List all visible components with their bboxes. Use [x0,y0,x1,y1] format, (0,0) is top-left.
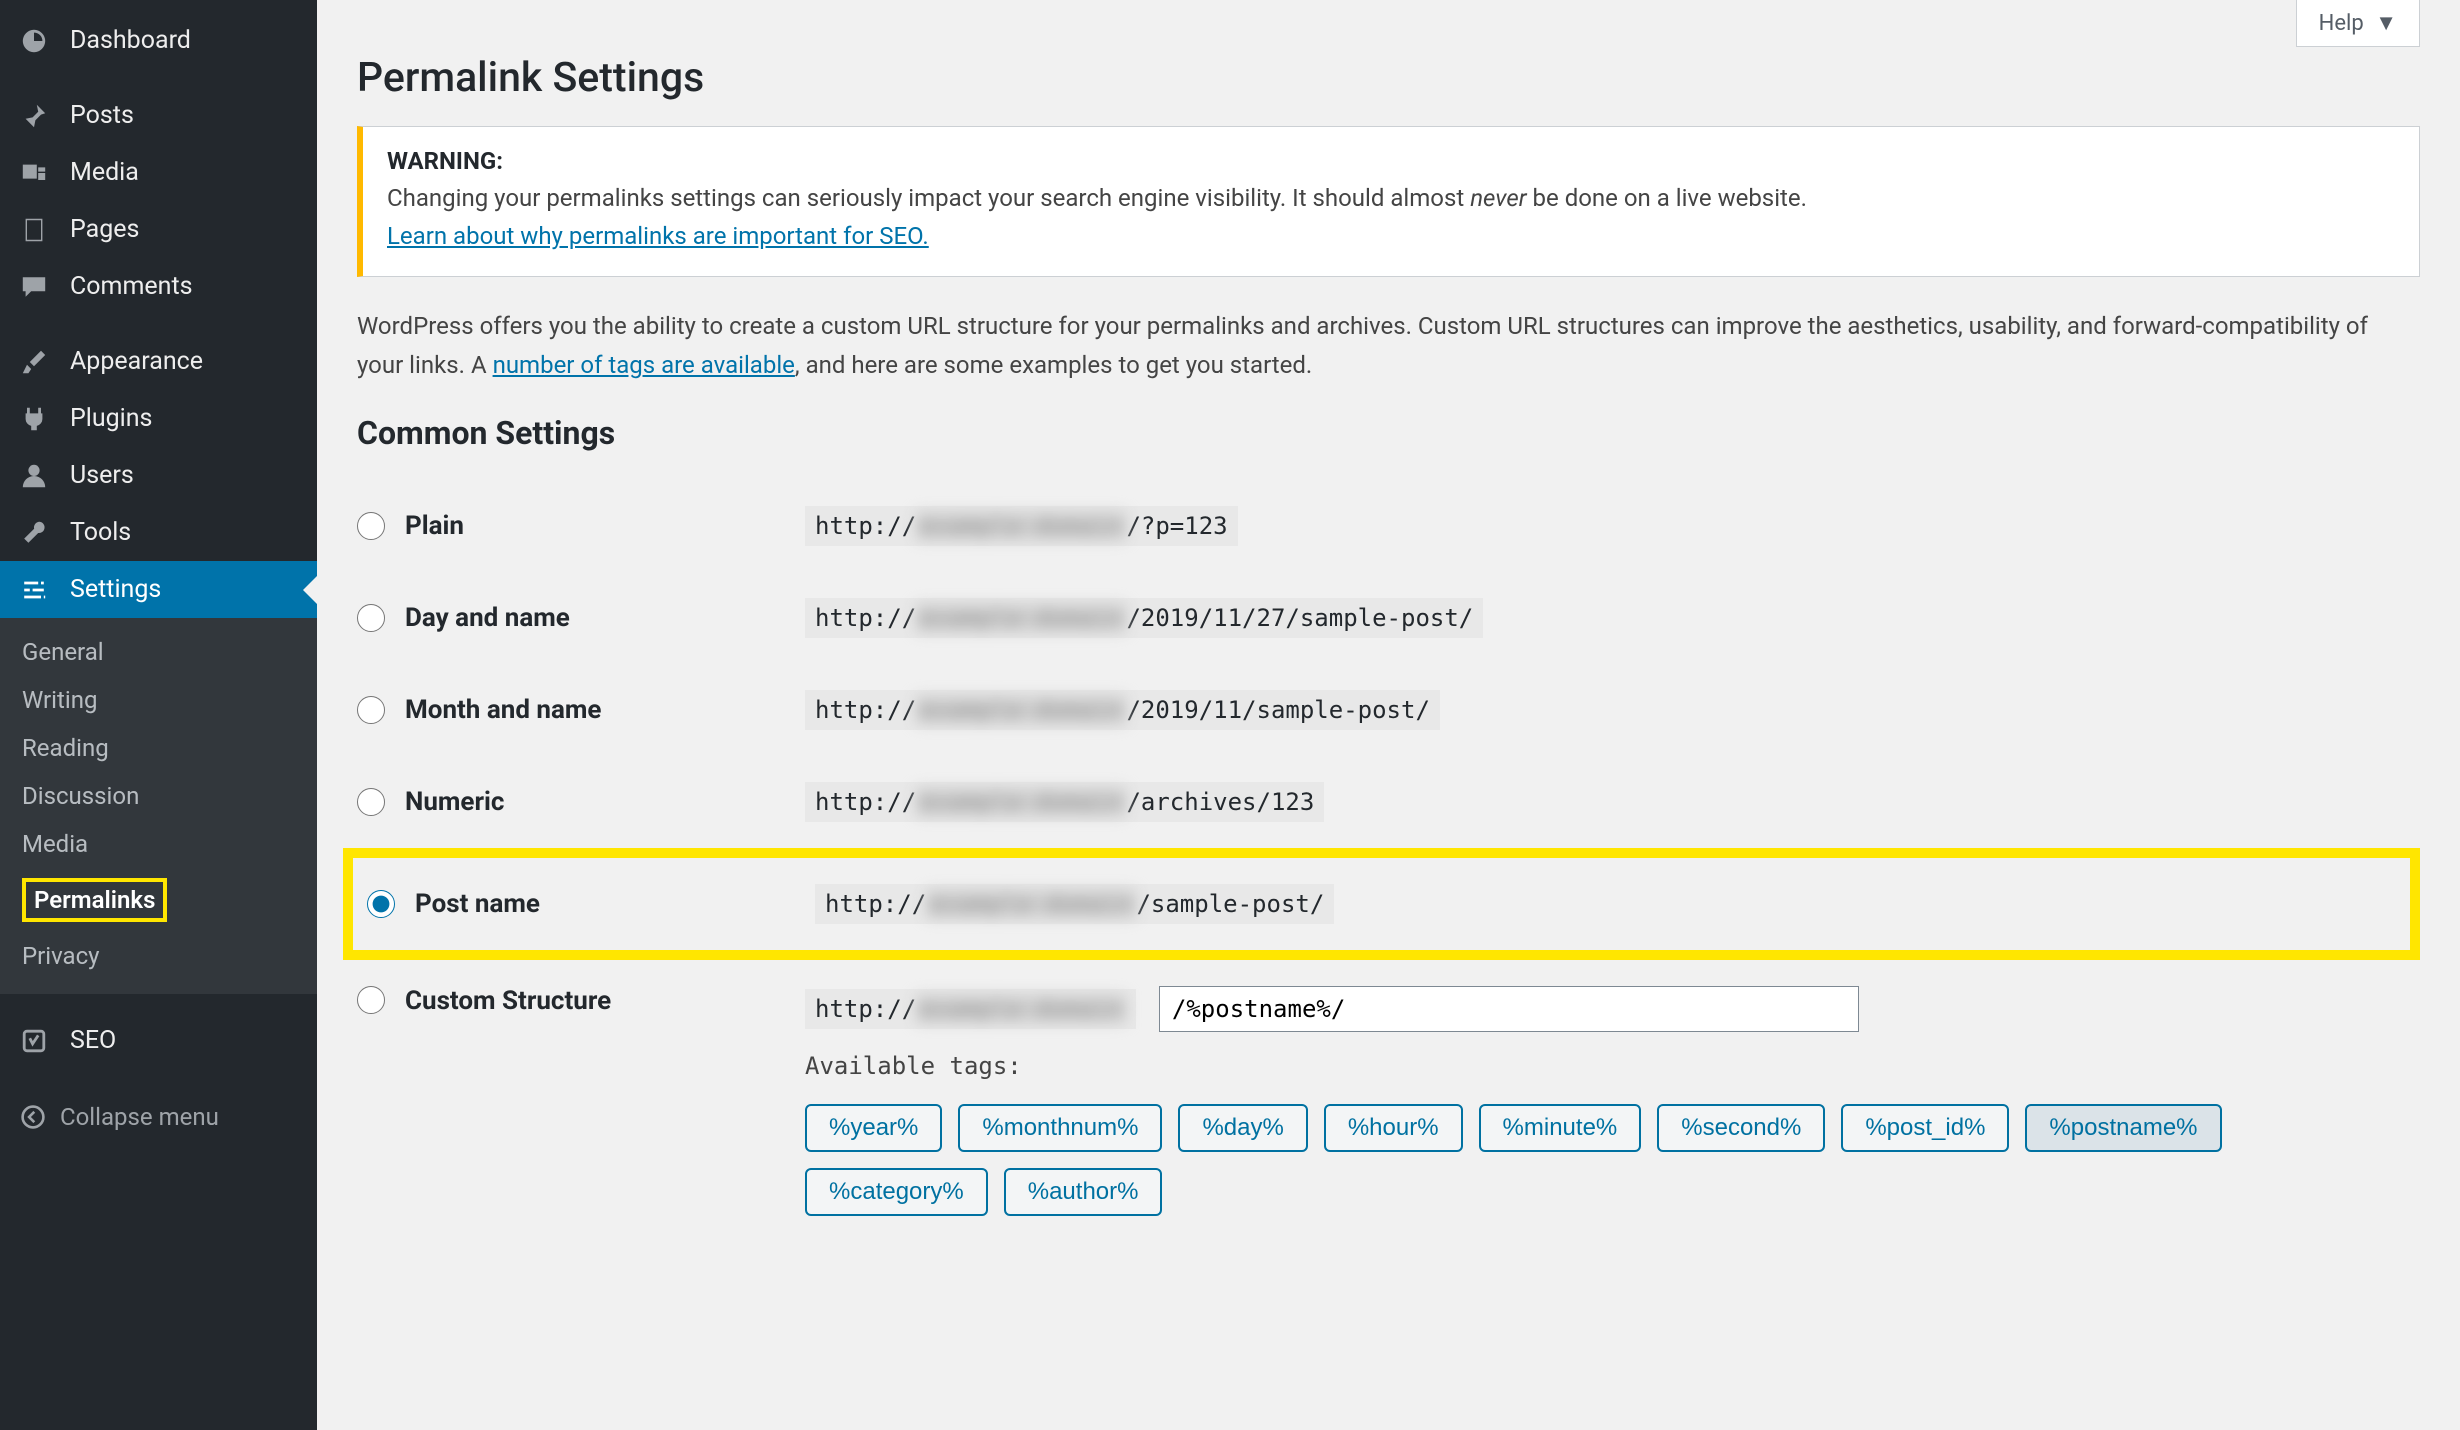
tag-postname[interactable]: %postname% [2025,1104,2221,1152]
option-label: Day and name [405,603,805,633]
option-post-name: Post name http://example-domain/sample-p… [343,848,2420,960]
submenu-item-permalinks[interactable]: Permalinks [0,868,317,932]
tag-second[interactable]: %second% [1657,1104,1825,1152]
warning-label: WARNING: [387,147,2395,175]
chevron-down-icon: ▼ [2375,11,2397,36]
sidebar-item-plugins[interactable]: Plugins [0,390,317,447]
intro-text: WordPress offers you the ability to crea… [357,307,2420,386]
sidebar-item-label: Tools [70,518,131,547]
radio-plain[interactable] [357,512,385,540]
radio-day-name[interactable] [357,604,385,632]
sidebar-item-label: Posts [70,101,134,130]
help-tab[interactable]: Help ▼ [2296,0,2420,47]
option-example: http://example-domain/?p=123 [805,506,2420,546]
sidebar-item-seo[interactable]: SEO [0,1012,317,1069]
sidebar-item-dashboard[interactable]: Dashboard [0,12,317,69]
radio-month-name[interactable] [357,696,385,724]
sidebar-item-pages[interactable]: Pages [0,201,317,258]
radio-custom[interactable] [357,986,385,1014]
custom-structure-field: http://example-domain Available tags: %y… [805,986,2420,1216]
submenu-item-discussion[interactable]: Discussion [0,772,317,820]
page-title: Permalink Settings [357,54,2420,102]
brush-icon [20,348,56,376]
option-label: Custom Structure [405,986,805,1016]
help-label: Help [2319,11,2364,36]
wrench-icon [20,519,56,547]
page-icon [20,216,56,244]
sidebar-item-label: Media [70,158,139,187]
permalink-options: Plain http://example-domain/?p=123 Day a… [357,480,2420,1226]
sidebar-item-appearance[interactable]: Appearance [0,333,317,390]
dashboard-icon [20,27,56,55]
option-label: Numeric [405,787,805,817]
admin-sidebar: Dashboard Posts Media Pages Comments App… [0,0,317,1430]
warning-link[interactable]: Learn about why permalinks are important… [387,222,929,250]
sidebar-item-label: Plugins [70,404,152,433]
common-settings-title: Common Settings [357,414,2420,452]
tags-row: %year% %monthnum% %day% %hour% %minute% … [805,1104,2420,1216]
option-label: Month and name [405,695,805,725]
tag-hour[interactable]: %hour% [1324,1104,1463,1152]
tag-post-id[interactable]: %post_id% [1841,1104,2009,1152]
tag-category[interactable]: %category% [805,1168,988,1216]
collapse-icon [20,1104,46,1130]
option-month-name: Month and name http://example-domain/201… [357,664,2420,756]
custom-structure-input[interactable] [1159,986,1859,1032]
sliders-icon [20,576,56,604]
option-numeric: Numeric http://example-domain/archives/1… [357,756,2420,848]
tag-monthnum[interactable]: %monthnum% [958,1104,1162,1152]
radio-numeric[interactable] [357,788,385,816]
sidebar-item-posts[interactable]: Posts [0,87,317,144]
available-tags-label: Available tags: [805,1052,2420,1080]
submenu-item-reading[interactable]: Reading [0,724,317,772]
option-day-name: Day and name http://example-domain/2019/… [357,572,2420,664]
sidebar-item-users[interactable]: Users [0,447,317,504]
submenu-item-general[interactable]: General [0,628,317,676]
submenu-item-writing[interactable]: Writing [0,676,317,724]
seo-icon [20,1027,56,1055]
sidebar-item-label: Comments [70,272,193,301]
sidebar-item-comments[interactable]: Comments [0,258,317,315]
warning-notice: WARNING: Changing your permalinks settin… [357,126,2420,277]
option-label: Post name [415,889,815,919]
option-example: http://example-domain/2019/11/sample-pos… [805,690,2420,730]
media-icon [20,159,56,187]
option-custom: Custom Structure http://example-domain A… [357,960,2420,1226]
option-label: Plain [405,511,805,541]
tag-author[interactable]: %author% [1004,1168,1163,1216]
sidebar-item-label: Appearance [70,347,203,376]
option-example: http://example-domain/2019/11/27/sample-… [805,598,2420,638]
sidebar-item-label: SEO [70,1026,116,1055]
tag-minute[interactable]: %minute% [1479,1104,1642,1152]
intro-link[interactable]: number of tags are available [493,351,795,379]
comment-icon [20,273,56,301]
user-icon [20,462,56,490]
radio-post-name[interactable] [367,890,395,918]
tag-year[interactable]: %year% [805,1104,942,1152]
plug-icon [20,405,56,433]
sidebar-item-label: Settings [70,575,161,604]
collapse-menu[interactable]: Collapse menu [0,1087,317,1147]
warning-text: Changing your permalinks settings can se… [387,179,2395,256]
submenu-item-privacy[interactable]: Privacy [0,932,317,980]
sidebar-item-settings[interactable]: Settings [0,561,317,618]
option-example: http://example-domain/sample-post/ [815,884,2396,924]
sidebar-item-tools[interactable]: Tools [0,504,317,561]
sidebar-item-media[interactable]: Media [0,144,317,201]
settings-submenu: General Writing Reading Discussion Media… [0,618,317,994]
main-content: Help ▼ Permalink Settings WARNING: Chang… [317,0,2460,1430]
pin-icon [20,102,56,130]
option-plain: Plain http://example-domain/?p=123 [357,480,2420,572]
option-example: http://example-domain/archives/123 [805,782,2420,822]
collapse-label: Collapse menu [60,1103,219,1131]
tag-day[interactable]: %day% [1178,1104,1307,1152]
submenu-item-media[interactable]: Media [0,820,317,868]
sidebar-item-label: Users [70,461,134,490]
sidebar-item-label: Dashboard [70,26,191,55]
sidebar-item-label: Pages [70,215,139,244]
